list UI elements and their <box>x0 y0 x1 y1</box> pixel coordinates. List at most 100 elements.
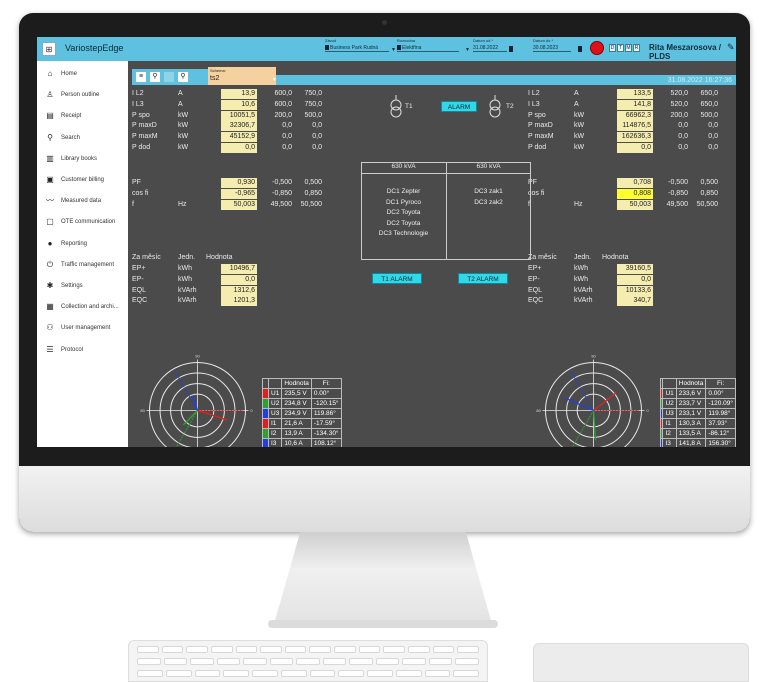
users-icon: ⚇ <box>46 323 54 333</box>
schema-select[interactable]: Schema: ts2 <box>208 67 276 85</box>
phase-value: 234,8 V <box>281 398 312 409</box>
power-icon: ⏻ <box>46 259 54 269</box>
measurement-row: EQC kVArh 340,7 <box>128 296 653 307</box>
header-label-blank <box>267 378 283 389</box>
calendar-icon[interactable] <box>509 46 513 52</box>
sidebar-item-label: Customer billing <box>61 177 105 183</box>
phase-value: 13,9 A <box>281 428 312 439</box>
phase-label: U2 <box>267 398 283 409</box>
row-name: EP- <box>528 275 540 283</box>
sidebar-item[interactable]: ✱ Settings <box>37 277 128 295</box>
table-row: U3 234,9 V 119.86° <box>262 408 342 419</box>
period-week-button[interactable]: T <box>617 44 624 52</box>
sidebar-item-label: Collection and archi... <box>61 304 119 311</box>
row-max: 50,500 <box>696 200 718 208</box>
table-header: Hodnota Fi: <box>659 378 736 389</box>
zavod-value: Business Park Rudná <box>330 45 379 51</box>
distribution-divider <box>446 162 447 260</box>
t1-alarm-button[interactable]: T1 ALARM <box>372 273 422 284</box>
sidebar-item[interactable]: 〰 Measured data <box>37 192 128 210</box>
row-name: EQC <box>528 297 544 305</box>
right-phasor-diagram: 90901800 <box>536 354 649 447</box>
sidebar-item[interactable]: ⌂ Home <box>37 65 128 83</box>
sidebar-item[interactable]: ▦ Collection and archi... <box>37 298 128 316</box>
header-name: Za měsíc <box>528 254 557 261</box>
menu-icon[interactable]: ≡ <box>136 72 146 82</box>
measurement-row: EP-kWh 0,0 <box>128 274 653 285</box>
sidebar-item[interactable]: ⏻ Traffic management <box>37 256 128 274</box>
row-max: 0,0 <box>708 144 718 151</box>
header-value: Hodnota <box>675 378 707 389</box>
monitor-stand <box>274 532 492 624</box>
sidebar-item[interactable]: ⚇ User management <box>37 319 128 337</box>
apps-grid-icon[interactable]: ⊞ <box>42 42 56 56</box>
sidebar-item[interactable]: ☰ Protocol <box>37 341 128 359</box>
period-year-button[interactable]: R <box>633 44 640 52</box>
table-row: I2 13,9 A -134.30° <box>262 428 342 439</box>
user-name[interactable]: Rita Meszarosova / PLDS <box>649 43 736 61</box>
phase-angle: -120.15° <box>310 398 342 409</box>
date-to-field[interactable]: Datum do * 30.08.2023 <box>533 38 571 60</box>
zoom-fit-icon[interactable] <box>164 72 174 82</box>
sidebar-item-label: User management <box>61 325 111 332</box>
sidebar-item[interactable]: ▥ Library books <box>37 150 128 168</box>
rozvodna-select[interactable]: Rozvodna Elektřina <box>397 38 459 60</box>
t2-alarm-button[interactable]: T2 ALARM <box>458 273 508 284</box>
sidebar-item-label: Protocol <box>61 346 84 353</box>
customer-item: DC2 Toyota <box>386 219 421 227</box>
alarm-status-indicator[interactable] <box>590 41 604 55</box>
period-selector: D T M R <box>609 44 640 52</box>
chevron-down-icon[interactable]: ▼ <box>465 47 470 53</box>
row-name: EP+ <box>528 265 542 272</box>
main-panel: ≡ ⚲ ⚲ Schema: ts2 ▼ 31.08.2022 16:27:36 … <box>128 61 736 447</box>
edit-icon[interactable]: ✎ <box>727 42 735 53</box>
table-row: U1 233,6 V 0.00° <box>659 388 736 399</box>
zoom-out-icon[interactable]: ⚲ <box>178 72 188 82</box>
period-day-button[interactable]: D <box>609 44 616 52</box>
date-from-field[interactable]: Datum od * 31.08.2022 <box>473 38 507 60</box>
phase-value: 235,5 V <box>281 388 312 399</box>
row-min: 49,500 <box>666 200 688 208</box>
chevron-down-icon[interactable]: ▼ <box>391 47 396 53</box>
row-unit: kW <box>574 122 585 130</box>
sidebar-item[interactable]: ● Reporting <box>37 235 128 253</box>
customer-item: DC3 zak2 <box>474 198 503 206</box>
measurement-row: f Hz 50,003 49,500 50,500 <box>128 199 718 210</box>
sidebar-item-label: Measured data <box>61 198 102 205</box>
row-name: I L2 <box>528 90 540 97</box>
zoom-in-icon[interactable]: ⚲ <box>150 72 160 82</box>
alarm-button[interactable]: ALARM <box>441 101 477 112</box>
phasor-i1 <box>197 409 228 421</box>
zavod-select[interactable]: Závod Business Park Rudná <box>325 38 389 60</box>
phasor-i3 <box>192 395 199 411</box>
measurement-row: P spo kW 66962,3 200,0 500,0 <box>128 110 718 121</box>
sidebar-item[interactable]: ⚲ Search <box>37 129 128 147</box>
sidebar-item[interactable]: ▢ OTE communication <box>37 213 128 231</box>
row-max: 0,0 <box>708 133 718 141</box>
phase-angle: 108.12° <box>310 438 342 447</box>
row-value: 162636,3 <box>617 132 653 143</box>
schema-value: ts2 <box>210 75 220 82</box>
table-row: I1 130,3 A 37.93° <box>659 418 736 429</box>
screen: ⊞ VariostepEdge Závod Business Park Rudn… <box>37 37 736 447</box>
phasor-i1 <box>593 392 617 412</box>
row-unit: kWh <box>574 275 588 283</box>
kva-left: 630 kVA <box>391 163 416 170</box>
table-row: U2 234,8 V -120.15° <box>262 398 342 409</box>
header-value: Hodnota <box>281 378 312 389</box>
period-month-button[interactable]: M <box>625 44 632 52</box>
measurement-row: PF 0,708 -0,500 0,500 <box>128 178 718 188</box>
phase-label: I1 <box>267 418 283 429</box>
measurement-row: P maxM kW 162636,3 0,0 0,0 <box>128 132 718 143</box>
archive-icon: ▦ <box>46 302 54 312</box>
library-books-icon: ▥ <box>46 153 54 163</box>
calendar-icon[interactable] <box>578 46 582 52</box>
sidebar-item[interactable]: ▣ Customer billing <box>37 171 128 189</box>
sidebar-item-label: Reporting <box>61 240 88 247</box>
row-name: P dod <box>528 144 547 151</box>
sidebar-item[interactable]: ▤ Receipt <box>37 107 128 125</box>
sidebar-item[interactable]: ♙ Person outline <box>37 86 128 104</box>
row-unit: kW <box>574 133 585 141</box>
row-min: 0,0 <box>678 122 688 130</box>
phase-value: 130,3 A <box>675 418 707 429</box>
